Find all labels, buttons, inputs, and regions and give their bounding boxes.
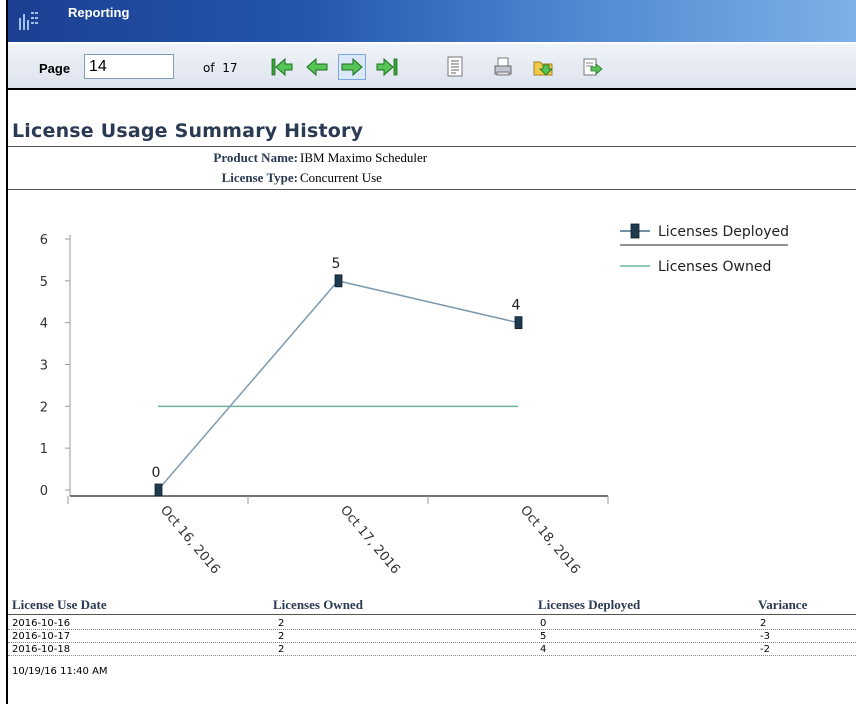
data-label: 0 bbox=[152, 465, 161, 481]
previous-page-button[interactable] bbox=[303, 54, 331, 80]
export-report-icon[interactable] bbox=[581, 55, 603, 79]
cell-deployed: 0 bbox=[540, 618, 547, 629]
product-value: IBM Maximo Scheduler bbox=[300, 150, 428, 165]
y-tick-label: 0 bbox=[40, 484, 48, 499]
report-grid-icon bbox=[19, 12, 38, 30]
previous-page-icon bbox=[306, 57, 328, 77]
series-licenses-deployed bbox=[157, 280, 519, 491]
data-point bbox=[154, 483, 163, 497]
y-tick-label: 1 bbox=[40, 442, 48, 457]
report-toolbar: Page of 17 bbox=[8, 44, 856, 90]
last-page-icon bbox=[376, 57, 398, 77]
cell-owned: 2 bbox=[278, 631, 285, 642]
table-row: 2016-10-16 2 0 2 bbox=[8, 618, 856, 630]
y-tick-label: 2 bbox=[40, 400, 48, 415]
legend-marker-deployed bbox=[630, 223, 640, 239]
table-header: License Use Date Licenses Owned Licenses… bbox=[8, 597, 856, 615]
cell-variance: 2 bbox=[760, 618, 767, 629]
cell-variance: -2 bbox=[760, 644, 770, 655]
data-point bbox=[514, 316, 523, 330]
data-point bbox=[334, 274, 343, 288]
toc-icon[interactable] bbox=[444, 55, 466, 79]
license-type-label: License Type: bbox=[221, 170, 298, 185]
data-label: 4 bbox=[512, 298, 521, 314]
cell-date: 2016-10-17 bbox=[12, 631, 71, 642]
page-label: Page bbox=[39, 61, 71, 76]
product-label: Product Name: bbox=[213, 150, 298, 165]
next-page-button[interactable] bbox=[338, 54, 366, 80]
print-icon[interactable] bbox=[492, 55, 514, 79]
col-license-use-date: License Use Date bbox=[12, 597, 107, 612]
x-tick-label: Oct 16, 2016 bbox=[157, 503, 223, 577]
legend-label-owned: Licenses Owned bbox=[658, 259, 771, 275]
col-variance: Variance bbox=[758, 597, 808, 612]
x-tick-label: Oct 17, 2016 bbox=[337, 503, 403, 577]
header-rule bbox=[8, 146, 856, 147]
license-type-value: Concurrent Use bbox=[300, 170, 382, 185]
cell-owned: 2 bbox=[278, 618, 285, 629]
report-viewer: Reporting Page of 17 bbox=[6, 0, 856, 704]
generated-timestamp: 10/19/16 11:40 AM bbox=[12, 666, 108, 677]
export-data-icon[interactable] bbox=[532, 55, 554, 79]
page-count: of 17 bbox=[203, 61, 238, 75]
next-page-icon bbox=[341, 57, 363, 77]
page-number-input[interactable] bbox=[84, 54, 174, 79]
total-pages: 17 bbox=[222, 61, 238, 75]
y-axis: 0 1 2 3 4 5 6 bbox=[40, 233, 71, 499]
y-tick-label: 3 bbox=[40, 359, 48, 374]
first-page-icon bbox=[271, 57, 293, 77]
cell-deployed: 5 bbox=[540, 631, 547, 642]
app-title: Reporting bbox=[68, 5, 130, 20]
cell-owned: 2 bbox=[278, 644, 285, 655]
title-bar: Reporting bbox=[8, 0, 856, 42]
chart-legend: Licenses Deployed Licenses Owned bbox=[620, 223, 789, 275]
legend-label-deployed: Licenses Deployed bbox=[658, 224, 789, 240]
table-row: 2016-10-18 2 4 -2 bbox=[8, 644, 856, 656]
cell-variance: -3 bbox=[760, 631, 770, 642]
y-tick-label: 5 bbox=[40, 275, 48, 290]
table-row: 2016-10-17 2 5 -3 bbox=[8, 631, 856, 643]
data-label: 5 bbox=[332, 256, 341, 272]
y-tick-label: 4 bbox=[40, 317, 48, 332]
of-label: of bbox=[203, 61, 215, 75]
cell-date: 2016-10-16 bbox=[12, 618, 71, 629]
report-title: License Usage Summary History bbox=[12, 120, 364, 142]
x-axis: Oct 16, 2016 Oct 17, 2016 Oct 18, 2016 bbox=[67, 495, 609, 577]
license-usage-chart: 0 1 2 3 4 5 6 Oct 16, 2016 Oct 17, 2016 Oct 18, … bbox=[40, 223, 789, 577]
last-page-button[interactable] bbox=[373, 54, 401, 80]
col-licenses-deployed: Licenses Deployed bbox=[538, 597, 641, 612]
y-tick-label: 6 bbox=[40, 233, 48, 248]
col-licenses-owned: Licenses Owned bbox=[273, 597, 363, 612]
cell-date: 2016-10-18 bbox=[12, 644, 71, 655]
chart-series bbox=[154, 274, 523, 497]
cell-deployed: 4 bbox=[540, 644, 547, 655]
first-page-button[interactable] bbox=[268, 54, 296, 80]
x-tick-label: Oct 18, 2016 bbox=[517, 503, 583, 577]
data-labels: 0 5 4 bbox=[152, 256, 521, 481]
